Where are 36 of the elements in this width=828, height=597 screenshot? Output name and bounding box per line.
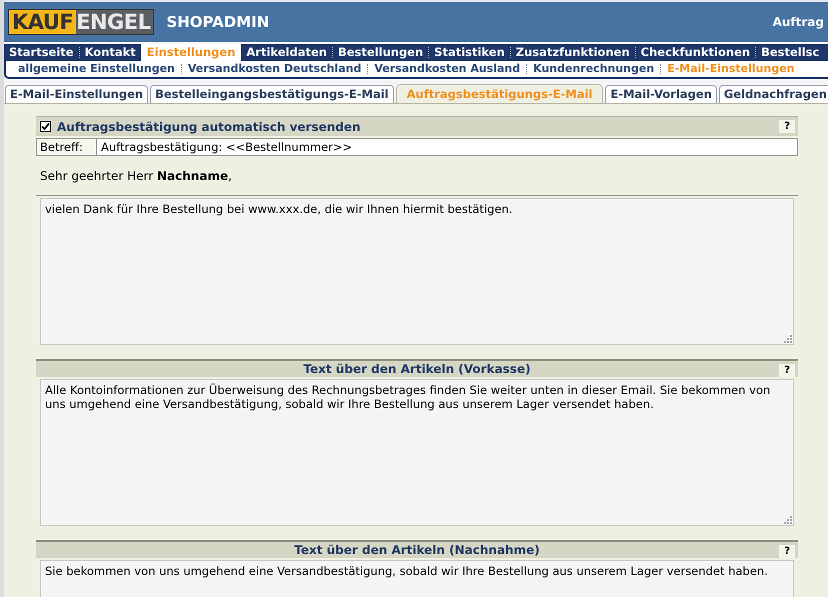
text-area-value: Alle Kontoinformationen zur Überweisung des Rechnungsbetrages finden Sie weiter unten in dieser Email. Sie bekommen von uns umgehend eine Versandbestätigung, sobald wir Ihre Bestellung aus unserem Lager versendet haben. xyxy=(45,383,770,411)
help-button[interactable]: ? xyxy=(779,120,795,133)
checkbox[interactable] xyxy=(40,121,51,132)
nav-link[interactable]: Kontakt xyxy=(80,44,141,61)
subnav-link[interactable]: Versandkosten Deutschland xyxy=(182,61,368,77)
tab[interactable]: E-Mail-Vorlagen xyxy=(605,85,717,103)
text-area-value: vielen Dank für Ihre Bestellung bei www.xxx.de, die wir Ihnen hiermit bestätigen. xyxy=(45,202,512,216)
section-title: Text über den Artikeln (Nachnahme) xyxy=(294,542,540,559)
text-area-value: Sie bekommen von uns umgehend eine Versandbestätigung, sobald wir Ihre Bestellung aus unserem Lager versendet haben. xyxy=(45,564,768,578)
section-title: Text über den Artikeln (Vorkasse) xyxy=(303,361,531,378)
help-button[interactable]: ? xyxy=(779,364,795,377)
checkbox-label: Auftragsbestätigung automatisch versenden xyxy=(57,118,361,136)
nav-link[interactable]: Bestellungen xyxy=(332,44,428,61)
subnav-link[interactable]: Kundenrechnungen xyxy=(527,61,660,77)
nav-link[interactable]: Artikeldaten xyxy=(241,44,332,61)
nav-link[interactable]: Statistiken xyxy=(429,44,510,61)
nav-link[interactable]: Bestellsc xyxy=(756,44,824,61)
help-button[interactable]: ? xyxy=(779,545,795,558)
logo-text: ENGEL xyxy=(76,10,154,34)
tab[interactable]: Bestelleingangsbestätigungs-E-Mail xyxy=(150,85,394,103)
tab[interactable]: Geldnachfragen xyxy=(718,85,828,103)
resize-grip-icon xyxy=(783,334,792,343)
subnav-link[interactable]: allgemeine Einstellungen xyxy=(12,61,181,77)
nav-link[interactable]: Checkfunktionen xyxy=(636,44,756,61)
greeting-text: Sehr geehrter Herr Nachname, xyxy=(40,168,232,184)
app-title: SHOPADMIN xyxy=(166,12,270,33)
nav-link[interactable]: Zusatzfunktionen xyxy=(510,44,635,61)
page-title: Auftrag xyxy=(772,14,824,31)
subnav-link[interactable]: Versandkosten Ausland xyxy=(368,61,526,77)
logo-text: KAUF xyxy=(9,10,76,34)
resize-grip-icon xyxy=(783,515,792,524)
tab[interactable]: E-Mail-Einstellungen xyxy=(5,85,148,103)
text-area[interactable]: Sie bekommen von uns umgehend eine Versandbestätigung, sobald wir Ihre Bestellung aus unserem Lager versendet haben. xyxy=(40,560,794,597)
nav-link[interactable]: Startseite xyxy=(4,44,79,61)
text-area[interactable]: vielen Dank für Ihre Bestellung bei www.xxx.de, die wir Ihnen hiermit bestätigen. xyxy=(40,198,794,345)
text-area[interactable] xyxy=(40,379,794,526)
